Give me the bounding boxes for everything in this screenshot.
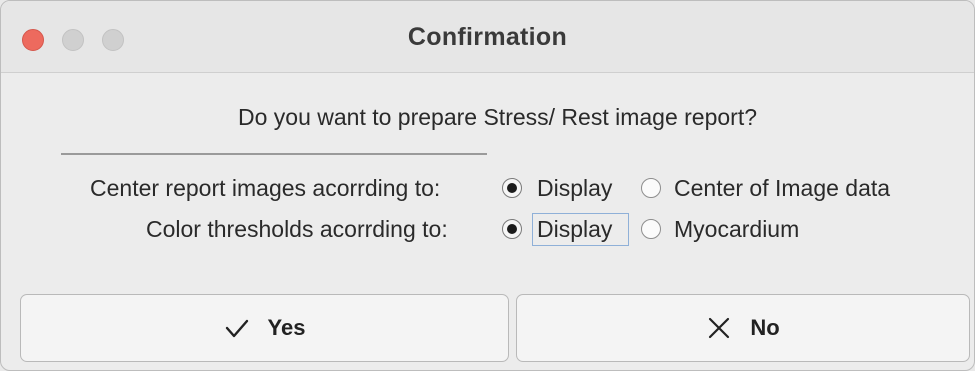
- color-display-label[interactable]: Display: [537, 216, 612, 243]
- center-display-radio[interactable]: [502, 178, 522, 198]
- color-display-radio[interactable]: [502, 219, 522, 239]
- no-button[interactable]: No: [516, 294, 970, 362]
- confirmation-dialog: Confirmation Do you want to prepare Stre…: [0, 0, 975, 371]
- yes-button-label: Yes: [267, 315, 306, 340]
- yes-button[interactable]: Yes: [20, 294, 509, 362]
- checkmark-icon: [225, 319, 248, 338]
- center-image-data-radio[interactable]: [641, 178, 661, 198]
- separator-line: [61, 153, 487, 155]
- center-image-data-label[interactable]: Center of Image data: [674, 175, 890, 202]
- color-myocardium-label[interactable]: Myocardium: [674, 216, 799, 243]
- color-myocardium-radio[interactable]: [641, 219, 661, 239]
- dialog-question: Do you want to prepare Stress/ Rest imag…: [237, 104, 758, 130]
- center-display-label[interactable]: Display: [537, 175, 612, 202]
- color-threshold-label: Color thresholds acorrding to:: [146, 216, 448, 242]
- center-report-label: Center report images acorrding to:: [90, 175, 441, 201]
- title-bar: Confirmation: [1, 1, 974, 73]
- x-icon: [709, 317, 730, 339]
- window-title: Confirmation: [407, 23, 568, 51]
- no-button-label: No: [750, 315, 780, 340]
